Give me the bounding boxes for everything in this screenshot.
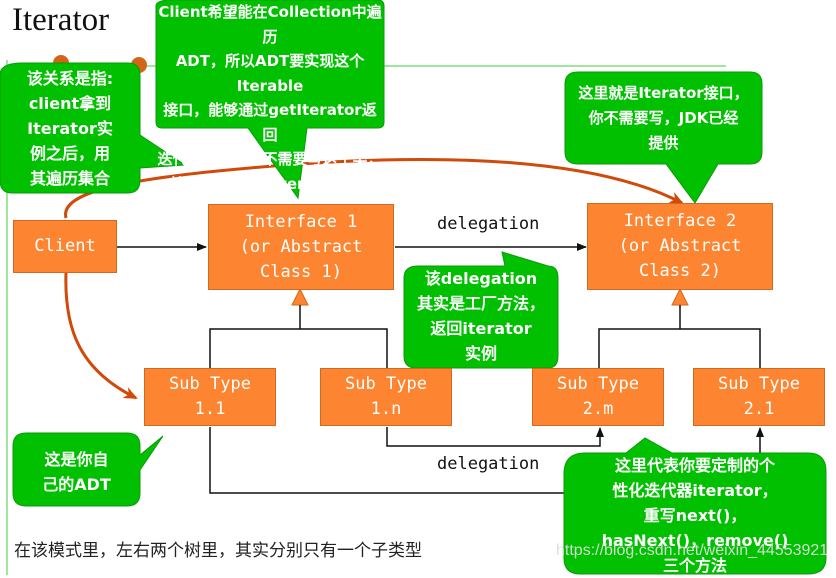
subtype-1-1-box[interactable]: Sub Type 1.1 <box>144 368 276 426</box>
subtype-1-n-box[interactable]: Sub Type 1.n <box>320 368 452 426</box>
client-adt-relation-curve <box>64 271 138 400</box>
subtype-2-1-box[interactable]: Sub Type 2.1 <box>693 368 825 426</box>
interface1-box[interactable]: Interface 1 (or Abstract Class 1) <box>208 204 394 290</box>
callout-factory-text: 该delegation 其实是工厂方法， 返回iterator 实例 <box>416 269 545 363</box>
callout-iterable-text: Client希望能在Collection中遍历 ADT，所以ADT要实现这个It… <box>157 3 383 193</box>
inherit-triangle-2 <box>671 287 689 306</box>
client-box[interactable]: Client <box>13 220 117 273</box>
delegation-label-top: delegation <box>437 214 540 234</box>
callout-iterator-iface-text: 这里就是Iterator接口， 你不需要写，JDK已经 提供 <box>578 84 749 152</box>
watermark-url: https://blog.csdn.net/weixin_44553921 <box>556 542 829 559</box>
callout-relation-text: 该关系是指: client拿到 Iterator实 例之后，用 其遍历集合 <box>26 69 114 188</box>
delegation-label-bottom: delegation <box>437 454 540 474</box>
subtype-2-m-box[interactable]: Sub Type 2.m <box>532 368 664 426</box>
interface2-box[interactable]: Interface 2 (or Abstract Class 2) <box>587 203 773 290</box>
inherit-tree-2 <box>598 305 761 368</box>
inherit-tree-1 <box>209 305 388 368</box>
footnote-text: 在该模式里，左右两个树里，其实分别只有一个子类型 <box>14 541 422 561</box>
inherit-triangle-1 <box>291 287 309 306</box>
callout-own-adt-text: 这是你自 己的ADT <box>42 450 111 494</box>
delegation-1n-to-2m <box>386 427 604 447</box>
